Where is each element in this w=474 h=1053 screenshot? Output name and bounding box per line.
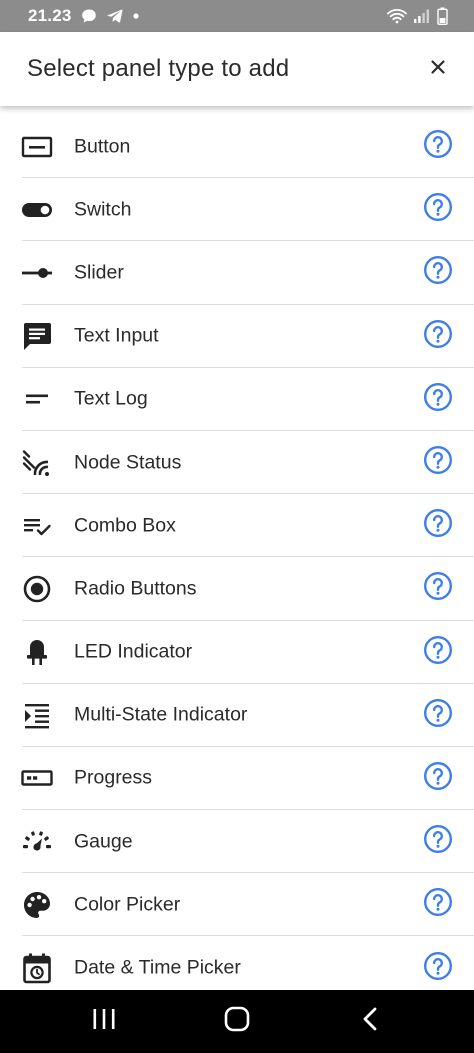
- close-icon: [430, 59, 446, 80]
- dialog-header: Select panel type to add: [0, 32, 474, 106]
- status-bar: 21.23: [0, 0, 474, 32]
- panel-item-combo-box[interactable]: Combo Box: [0, 494, 474, 558]
- progress-icon: [21, 762, 53, 794]
- help-button[interactable]: [422, 951, 454, 986]
- wifi-icon: [387, 8, 407, 24]
- dialog-title: Select panel type to add: [27, 55, 290, 82]
- help-button[interactable]: [422, 129, 454, 164]
- toggle-switch-icon: [21, 194, 53, 226]
- calendar-icon: [21, 952, 53, 984]
- panel-item-button[interactable]: Button: [0, 115, 474, 179]
- panel-item-label: Combo Box: [74, 514, 176, 537]
- panel-item-gauge[interactable]: Gauge: [0, 810, 474, 874]
- panel-item-label: Date & Time Picker: [74, 956, 241, 979]
- palette-icon: [21, 889, 53, 921]
- close-button[interactable]: [418, 49, 458, 89]
- panel-item-slider[interactable]: Slider: [0, 241, 474, 305]
- help-circle-icon: [423, 129, 453, 164]
- chat-bubble-icon: [81, 8, 97, 24]
- home-icon: [224, 1006, 250, 1037]
- panel-item-label: Text Input: [74, 324, 159, 347]
- help-circle-icon: [423, 571, 453, 606]
- help-button[interactable]: [422, 382, 454, 417]
- panel-item-label: Text Log: [74, 387, 148, 410]
- radio-button-icon: [21, 573, 53, 605]
- help-button[interactable]: [422, 508, 454, 543]
- help-button[interactable]: [422, 319, 454, 354]
- panel-item-progress[interactable]: Progress: [0, 747, 474, 811]
- panel-item-label: Button: [74, 135, 131, 158]
- short-text-icon: [21, 383, 53, 415]
- panel-item-label: Slider: [74, 261, 124, 284]
- back-icon: [361, 1006, 379, 1037]
- panel-item-label: Multi-State Indicator: [74, 703, 248, 726]
- help-button[interactable]: [422, 761, 454, 796]
- button-icon: [21, 131, 53, 163]
- status-left: 21.23: [28, 6, 140, 26]
- message-icon: [21, 320, 53, 352]
- help-circle-icon: [423, 445, 453, 480]
- help-circle-icon: [423, 635, 453, 670]
- list-check-icon: [21, 510, 53, 542]
- panel-item-led-indicator[interactable]: LED Indicator: [0, 621, 474, 684]
- help-circle-icon: [423, 887, 453, 922]
- help-circle-icon: [423, 382, 453, 417]
- help-button[interactable]: [422, 192, 454, 227]
- panel-item-label: Node Status: [74, 451, 182, 474]
- signal-status-icon: [21, 447, 53, 479]
- panel-item-multi-state-indicator[interactable]: Multi-State Indicator: [0, 684, 474, 748]
- panel-item-label: Progress: [74, 766, 153, 789]
- status-right: [387, 7, 448, 25]
- help-button[interactable]: [422, 698, 454, 733]
- panel-item-date-time-picker[interactable]: Date & Time Picker: [0, 936, 474, 990]
- recents-icon: [92, 1008, 116, 1035]
- panel-item-color-picker[interactable]: Color Picker: [0, 873, 474, 937]
- help-button[interactable]: [422, 255, 454, 290]
- telegram-icon: [106, 8, 123, 24]
- help-circle-icon: [423, 698, 453, 733]
- panel-item-text-log[interactable]: Text Log: [0, 368, 474, 432]
- panel-item-label: LED Indicator: [74, 640, 193, 663]
- help-button[interactable]: [422, 887, 454, 922]
- help-circle-icon: [423, 824, 453, 859]
- help-circle-icon: [423, 255, 453, 290]
- slider-icon: [21, 257, 53, 289]
- help-circle-icon: [423, 319, 453, 354]
- led-icon: [21, 636, 53, 668]
- panel-type-list[interactable]: Button Switch Slider Text Input Text Log…: [0, 106, 474, 990]
- panel-item-radio-buttons[interactable]: Radio Buttons: [0, 557, 474, 621]
- help-button[interactable]: [422, 445, 454, 480]
- help-button[interactable]: [422, 571, 454, 606]
- gauge-icon: [21, 826, 53, 858]
- panel-item-switch[interactable]: Switch: [0, 178, 474, 242]
- recents-button[interactable]: [64, 990, 144, 1053]
- panel-item-label: Gauge: [74, 830, 133, 853]
- status-time: 21.23: [28, 6, 72, 25]
- help-circle-icon: [423, 508, 453, 543]
- panel-item-label: Radio Buttons: [74, 577, 197, 600]
- help-circle-icon: [423, 951, 453, 986]
- help-circle-icon: [423, 761, 453, 796]
- signal-icon: [413, 8, 431, 24]
- system-nav-bar: [0, 990, 474, 1053]
- indent-list-icon: [21, 699, 53, 731]
- help-button[interactable]: [422, 824, 454, 859]
- help-button[interactable]: [422, 635, 454, 670]
- help-circle-icon: [423, 192, 453, 227]
- panel-item-label: Color Picker: [74, 893, 181, 916]
- dot-icon: [132, 12, 140, 20]
- panel-item-text-input[interactable]: Text Input: [0, 305, 474, 368]
- panel-item-node-status[interactable]: Node Status: [0, 431, 474, 495]
- battery-icon: [437, 7, 448, 25]
- back-button[interactable]: [330, 990, 410, 1053]
- panel-item-label: Switch: [74, 198, 132, 221]
- home-button[interactable]: [197, 990, 277, 1053]
